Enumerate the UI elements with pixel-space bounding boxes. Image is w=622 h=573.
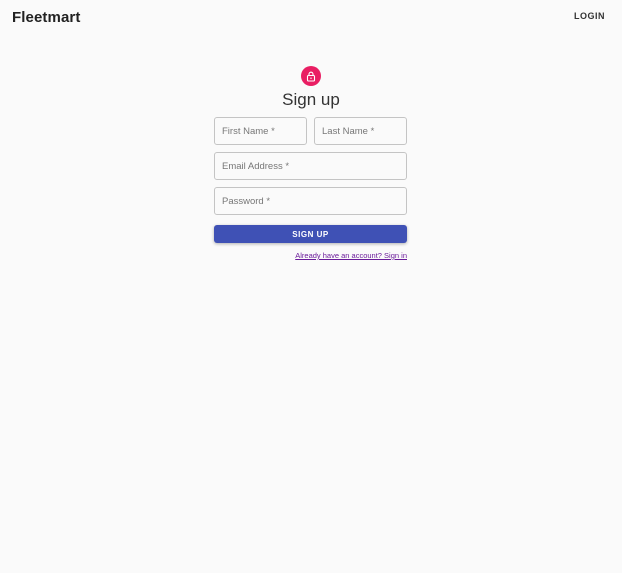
lock-icon <box>306 71 316 82</box>
first-name-field[interactable]: First Name * <box>214 117 307 145</box>
first-name-label: First Name * <box>222 125 275 137</box>
password-field[interactable]: Password * <box>214 187 407 215</box>
page-title: Sign up <box>282 90 340 109</box>
signup-page: Fleetmart LOGIN Sign up First Name * Las… <box>0 0 622 573</box>
brand-title: Fleetmart <box>12 9 81 26</box>
password-label: Password * <box>222 195 271 207</box>
login-button[interactable]: LOGIN <box>574 11 605 21</box>
last-name-label: Last Name * <box>322 125 375 137</box>
last-name-field[interactable]: Last Name * <box>314 117 407 145</box>
lock-avatar <box>301 66 321 86</box>
sign-in-link[interactable]: Already have an account? Sign in <box>295 251 407 260</box>
app-bar: Fleetmart LOGIN <box>0 0 622 32</box>
email-field[interactable]: Email Address * <box>214 152 407 180</box>
email-label: Email Address * <box>222 160 290 172</box>
sign-up-button[interactable]: SIGN UP <box>214 225 407 243</box>
